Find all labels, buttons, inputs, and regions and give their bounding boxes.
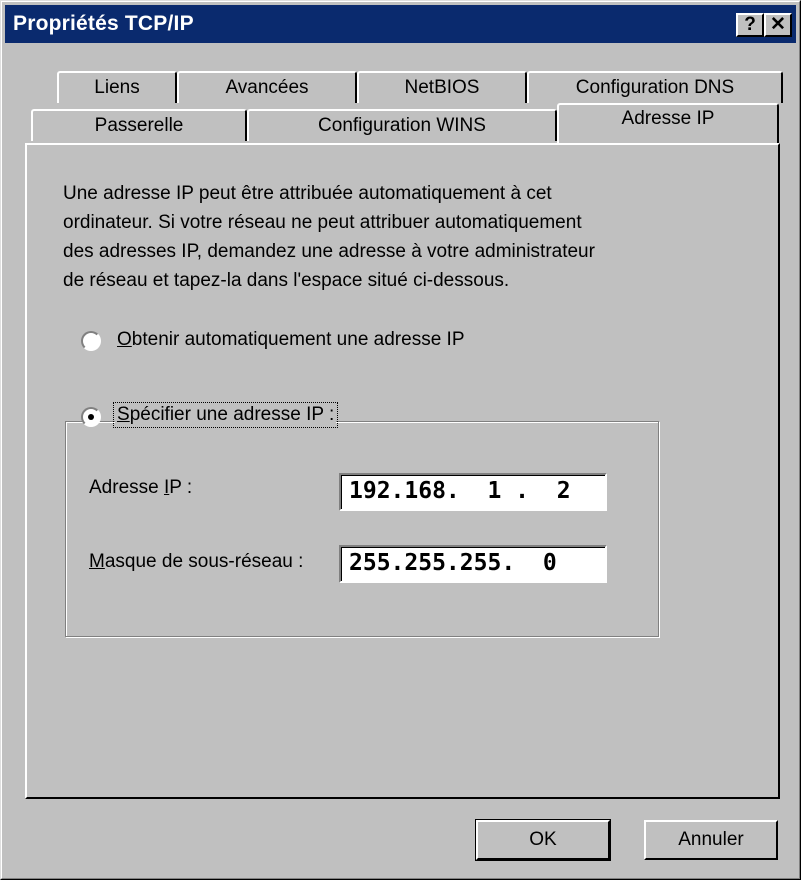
tab-label: NetBIOS	[404, 77, 480, 98]
ip-address-field[interactable]: 192.168. 1 . 2	[339, 473, 607, 511]
radio-selected-dot	[88, 414, 94, 420]
radio-specify-ip[interactable]	[81, 407, 101, 427]
close-button[interactable]: ✕	[764, 13, 792, 37]
tab-label: Liens	[94, 77, 140, 98]
tab-passerelle[interactable]: Passerelle	[31, 109, 247, 141]
tab-configuration-dns[interactable]: Configuration DNS	[527, 71, 783, 103]
mnemonic: O	[117, 329, 132, 350]
title-bar[interactable]: Propriétés TCP/IP ? ✕	[5, 5, 796, 43]
tab-avancees[interactable]: Avancées	[177, 71, 357, 103]
subnet-mask-label: Masque de sous-réseau :	[89, 551, 303, 573]
subnet-mask-field[interactable]: 255.255.255. 0	[339, 545, 607, 583]
tab-label: Adresse IP	[621, 108, 715, 129]
ip-address-label: Adresse IP :	[89, 477, 192, 499]
tab-panel-adresse-ip: Une adresse IP peut être attribuée autom…	[25, 143, 780, 799]
tcpip-properties-dialog: Propriétés TCP/IP ? ✕ Liens Avancées Net…	[0, 0, 801, 880]
tab-label: Passerelle	[94, 115, 184, 136]
label-text: Adresse	[89, 477, 164, 498]
mnemonic: M	[89, 551, 105, 572]
label-text: asque de sous-réseau :	[104, 551, 304, 572]
option-obtain-auto-label[interactable]: Obtenir automatiquement une adresse IP	[117, 329, 465, 351]
label-text: pécifier une adresse IP :	[129, 404, 335, 425]
window-title: Propriétés TCP/IP	[13, 12, 194, 35]
label-text: P :	[169, 477, 193, 498]
ok-button[interactable]: OK	[475, 819, 611, 861]
tab-label: Avancées	[225, 77, 309, 98]
close-icon: ✕	[770, 14, 786, 35]
specify-ip-groupbox	[65, 421, 659, 637]
cancel-button[interactable]: Annuler	[644, 820, 778, 860]
help-button[interactable]: ?	[736, 13, 764, 37]
mnemonic: S	[117, 404, 130, 425]
description-text: Une adresse IP peut être attribuée autom…	[63, 183, 595, 291]
tab-liens[interactable]: Liens	[57, 71, 177, 103]
radio-obtain-auto[interactable]	[81, 331, 101, 351]
tab-configuration-wins[interactable]: Configuration WINS	[247, 109, 557, 141]
tab-adresse-ip[interactable]: Adresse IP	[557, 103, 779, 143]
tab-label: Configuration DNS	[575, 77, 735, 98]
help-icon: ?	[744, 14, 756, 35]
tab-netbios[interactable]: NetBIOS	[357, 71, 527, 103]
option-specify-ip-label[interactable]: Spécifier une adresse IP :	[112, 402, 339, 428]
tab-label: Configuration WINS	[318, 115, 486, 136]
label-text: btenir automatiquement une adresse IP	[131, 329, 465, 350]
